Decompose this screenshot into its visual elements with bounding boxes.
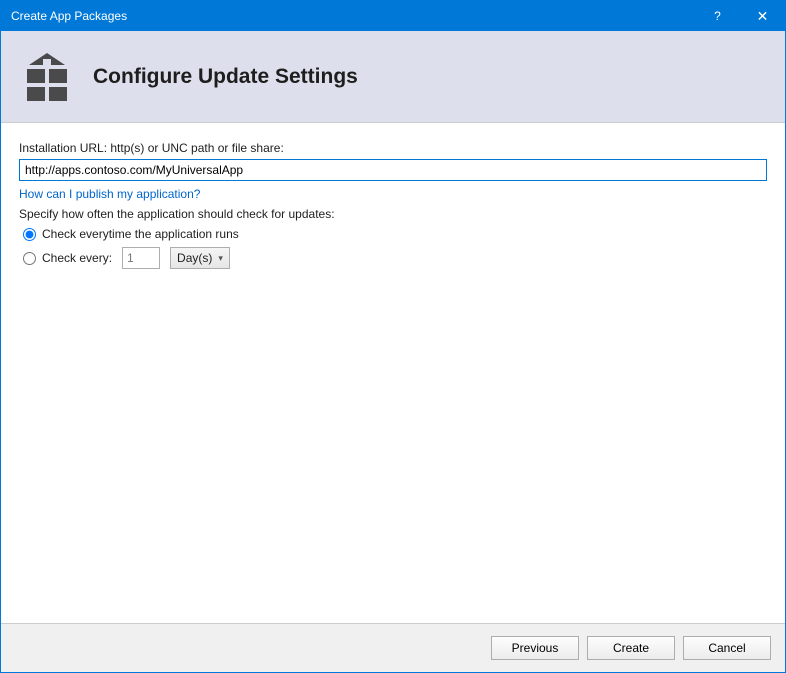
interval-unit-select[interactable]: Day(s) ▾ xyxy=(170,247,230,269)
close-button[interactable]: ✕ xyxy=(740,1,785,31)
radio-every-run-label: Check everytime the application runs xyxy=(42,227,239,241)
radio-option-every-interval[interactable]: Check every: Day(s) ▾ xyxy=(19,247,767,269)
help-icon: ? xyxy=(714,9,721,23)
interval-unit-label: Day(s) xyxy=(177,251,212,265)
close-icon: ✕ xyxy=(757,8,769,25)
radio-option-every-run[interactable]: Check everytime the application runs xyxy=(19,227,767,241)
create-button[interactable]: Create xyxy=(587,636,675,660)
help-button[interactable]: ? xyxy=(695,1,740,31)
content-area: Installation URL: http(s) or UNC path or… xyxy=(1,123,785,623)
installation-url-label: Installation URL: http(s) or UNC path or… xyxy=(19,141,767,155)
page-title: Configure Update Settings xyxy=(93,65,358,89)
header-band: Configure Update Settings xyxy=(1,31,785,123)
titlebar: Create App Packages ? ✕ xyxy=(1,1,785,31)
update-frequency-label: Specify how often the application should… xyxy=(19,207,767,221)
help-publish-link[interactable]: How can I publish my application? xyxy=(19,187,200,201)
radio-every-run[interactable] xyxy=(23,228,36,241)
previous-button[interactable]: Previous xyxy=(491,636,579,660)
radio-every-interval[interactable] xyxy=(23,252,36,265)
chevron-down-icon: ▾ xyxy=(218,253,223,264)
interval-value-input[interactable] xyxy=(122,247,160,269)
installation-url-input[interactable] xyxy=(19,159,767,181)
footer-bar: Previous Create Cancel xyxy=(1,623,785,672)
titlebar-controls: ? ✕ xyxy=(695,1,785,31)
cancel-button[interactable]: Cancel xyxy=(683,636,771,660)
package-icon xyxy=(21,51,73,103)
window-title: Create App Packages xyxy=(11,9,695,23)
radio-every-interval-label: Check every: xyxy=(42,251,112,265)
